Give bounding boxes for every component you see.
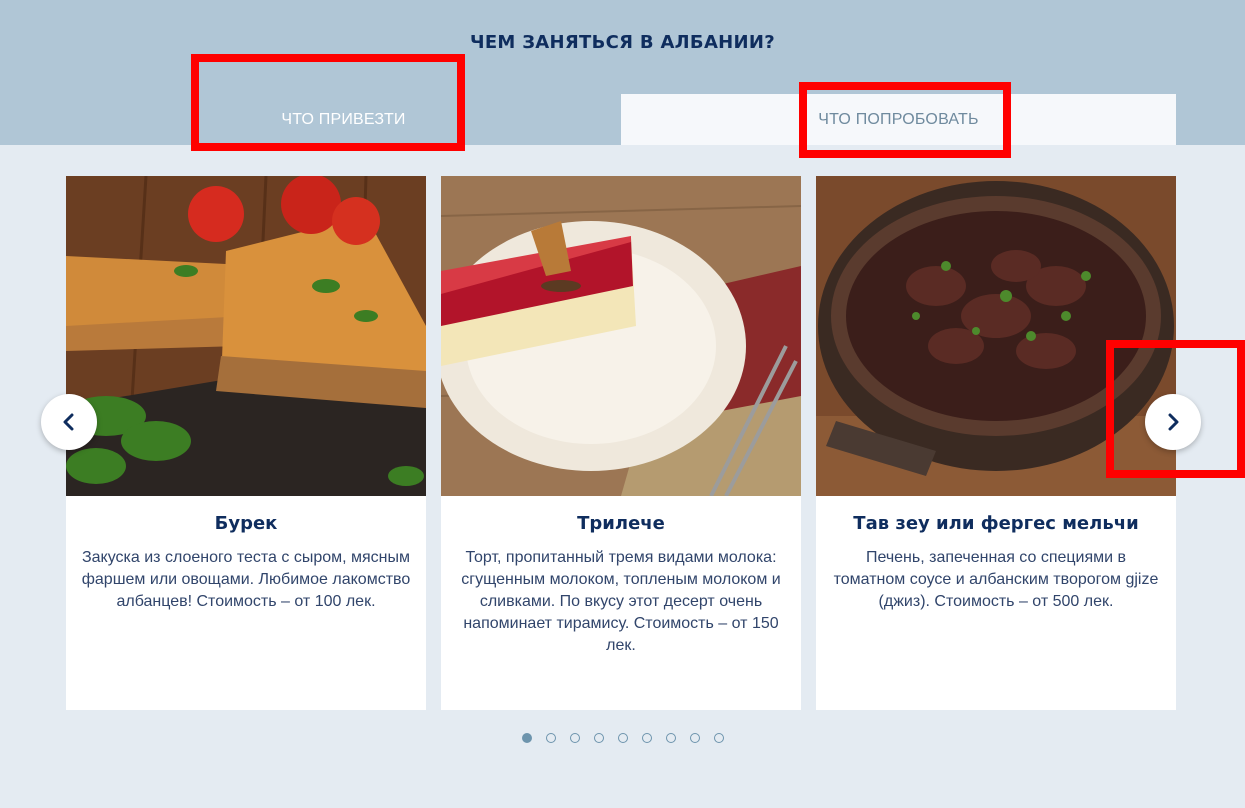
card-description: Закуска из слоеного теста с сыром, мясны… <box>81 549 411 610</box>
food-card: Бурек Закуска из слоеного теста с сыром,… <box>66 176 426 710</box>
burek-photo <box>66 176 426 496</box>
chevron-left-icon <box>63 413 74 431</box>
tab-label: ЧТО ПОПРОБОВАТЬ <box>818 110 979 128</box>
card-title: Бурек <box>214 513 278 534</box>
card-title: Трилече <box>577 513 665 534</box>
card-description: Печень, запеченная со специями в томатно… <box>833 549 1159 610</box>
tab-label: ЧТО ПРИВЕЗТИ <box>281 110 406 128</box>
pagination-dot[interactable] <box>713 733 724 743</box>
card-title: Тав зеу или фергес мельчи <box>853 513 1139 534</box>
tave-photo <box>816 176 1176 496</box>
tab-what-to-try[interactable]: ЧТО ПОПРОБОВАТЬ <box>621 94 1176 145</box>
section-title: ЧЕМ ЗАНЯТЬСЯ В АЛБАНИИ? <box>469 32 776 53</box>
pagination-dot[interactable] <box>689 733 700 743</box>
chevron-right-icon <box>1168 413 1179 431</box>
carousel-next-button[interactable] <box>1145 394 1201 450</box>
pagination-dot[interactable] <box>545 733 556 743</box>
pagination-dot[interactable] <box>593 733 604 743</box>
pagination-dot[interactable] <box>569 733 580 743</box>
pagination-dot[interactable] <box>641 733 652 743</box>
food-card: Тав зеу или фергес мельчи Печень, запече… <box>816 176 1176 710</box>
tab-what-to-bring[interactable]: ЧТО ПРИВЕЗТИ <box>66 94 621 145</box>
pagination-dot[interactable] <box>665 733 676 743</box>
card-description: Торт, пропитанный тремя видами молока: с… <box>461 549 781 654</box>
food-card: Трилече Торт, пропитанный тремя видами м… <box>441 176 801 710</box>
carousel-pagination <box>0 733 1245 743</box>
pagination-dot[interactable] <box>617 733 628 743</box>
carousel-prev-button[interactable] <box>41 394 97 450</box>
trilece-photo <box>441 176 801 496</box>
pagination-dot[interactable] <box>521 733 532 743</box>
